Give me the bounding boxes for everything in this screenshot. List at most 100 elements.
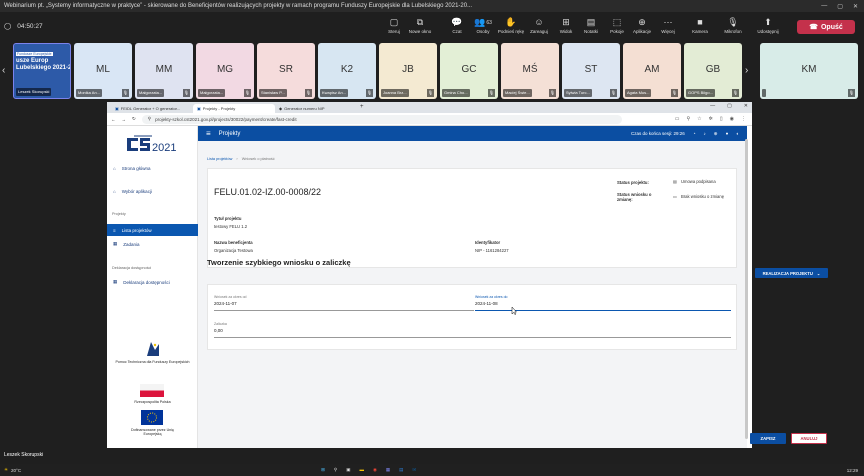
bell-icon[interactable]: ♪ <box>704 131 706 136</box>
participant-tile[interactable]: usze Europ Lubelskiego 2021-2 Fundusze Eu… <box>13 43 71 99</box>
participant-name: GOPS Biłgo... <box>686 89 715 97</box>
document-icon: ▦ <box>113 279 118 284</box>
header-right: Czas do końca sesji: 29:26 ◔ ♪ ⊕ ● ◐ <box>631 131 747 137</box>
calendar-icon: ▦ <box>113 241 118 246</box>
reload-icon[interactable]: ↻ <box>132 116 136 122</box>
toolbar-button-3[interactable]: 👥 63 Osoby <box>469 16 497 34</box>
outlook-icon[interactable]: ✉ <box>412 467 416 473</box>
toolbar-button-8[interactable]: ⬚ Pokoje <box>603 16 631 34</box>
sidebar-item-project-list[interactable]: ≡ Lista projektów <box>107 224 198 236</box>
sidebar-item-app-select[interactable]: ⌂ Wybór aplikacji <box>107 185 198 197</box>
participant-tile[interactable]: MŚ Maciej Świe... 🎙 <box>501 43 559 99</box>
toolbar-button-13[interactable]: ⬆ Udostępnij <box>754 16 782 34</box>
sidepanel-icon[interactable]: ▯ <box>720 116 723 122</box>
toolbar-button-2[interactable]: 💬 Czat <box>443 16 471 34</box>
close-icon[interactable]: ✕ <box>744 103 748 109</box>
strip-prev-icon[interactable]: ‹ <box>2 65 5 76</box>
form-title: Tworzenie szybkiego wniosku o zaliczkę <box>207 258 351 267</box>
toolbar-button-7[interactable]: ▤ Notatki <box>577 16 605 34</box>
user-icon[interactable]: ● <box>726 131 729 136</box>
toolbar-button-12[interactable]: 🎙 Mikrofon <box>719 16 747 34</box>
browser-tab-active[interactable]: ▣ Projekty - Projekty <box>193 104 275 113</box>
toolbar-button-10[interactable]: ⋯ Więcej <box>654 16 682 34</box>
minimize-icon[interactable]: — <box>710 103 715 109</box>
toolbar-button-0[interactable]: ▢ Steruj <box>380 16 408 34</box>
maximize-icon[interactable]: ▢ <box>727 103 732 109</box>
word-icon[interactable]: ▤ <box>399 467 403 473</box>
globe-icon[interactable]: ⊕ <box>714 131 718 137</box>
menu-icon[interactable]: ≡ <box>206 129 211 138</box>
zoom-icon[interactable]: ⚲ <box>687 116 691 122</box>
new-tab-button[interactable]: + <box>357 104 367 113</box>
toolbar-button-1[interactable]: ⧉ Nowe okno <box>406 16 434 34</box>
session-timer: Czas do końca sesji: 29:26 <box>631 131 685 136</box>
page-scrollbar[interactable] <box>745 139 748 439</box>
maximize-icon[interactable]: ▢ <box>837 3 843 10</box>
search-icon[interactable]: ⚲ <box>334 467 337 473</box>
date-from-value: 2024-11-07 <box>214 301 237 306</box>
browser-window-controls: — ▢ ✕ <box>710 103 748 109</box>
forward-icon[interactable]: → <box>122 117 127 122</box>
extensions-icon[interactable]: ✲ <box>709 116 713 122</box>
timer-icon[interactable]: ◔ <box>693 131 696 136</box>
toolbar-button-9[interactable]: ⊕ Aplikacje <box>628 16 656 34</box>
breadcrumb-link[interactable]: Lista projektów <box>207 157 232 161</box>
browser-tab-bar: ▣ FEIDL Generator + O generator... ▣ Proje… <box>107 102 752 113</box>
menu-icon[interactable]: ⋮ <box>741 116 746 122</box>
toolbar-button-5[interactable]: ☺ Zareaguj <box>525 16 553 34</box>
sidebar-item-declaration[interactable]: ▦ Deklaracja dostępności <box>107 276 198 288</box>
participant-tile[interactable]: K2 Kwapisz An... 🎙 <box>318 43 376 99</box>
browser-tab[interactable]: ▣ FEIDL Generator + O generator... <box>111 104 193 113</box>
contrast-icon[interactable]: ◐ <box>736 131 739 136</box>
explorer-icon[interactable]: ▬ <box>359 467 364 473</box>
weather-icon: ☀ <box>4 467 9 472</box>
advance-field[interactable]: Zaliczka 0,00 <box>214 322 731 338</box>
fe-logo <box>147 342 159 356</box>
url-text: projekty-szkol.cst2021.gov.pl/projects/3… <box>155 116 297 122</box>
toolbar-icon: ⊞ <box>562 17 570 27</box>
participant-tile[interactable]: GB GOPS Biłgo... 🎙 <box>684 43 742 99</box>
mic-muted-icon: 🎙 <box>548 89 556 97</box>
minimize-icon[interactable]: — <box>821 3 827 10</box>
toolbar-button-11[interactable]: ■ Kamera <box>686 16 714 34</box>
timer-value: 04:50:27 <box>17 22 43 30</box>
browser-tab[interactable]: ◆ Generator numeru NIP <box>275 104 357 113</box>
participant-tile[interactable]: ST Sylwia Turc... 🎙 <box>562 43 620 99</box>
participant-tile[interactable]: KM 🎙 <box>760 43 858 99</box>
strip-next-icon[interactable]: › <box>745 65 748 76</box>
mic-muted-icon: 🎙 <box>670 89 678 97</box>
toolbar-button-4[interactable]: ✋ Podnieś rękę <box>497 16 525 34</box>
profile-icon[interactable]: ◉ <box>730 116 734 122</box>
presenter-small-badge: Fundusze Europejskie <box>16 52 53 56</box>
participant-tile[interactable]: ML Monika An... 🎙 <box>74 43 132 99</box>
header-title: Projekty <box>218 130 241 137</box>
cast-icon[interactable]: ▭ <box>675 116 680 122</box>
cancel-button[interactable]: ANULUJ <box>791 433 827 444</box>
realization-button[interactable]: REALIZACJA PROJEKTU ⌄ <box>755 268 828 278</box>
participant-tile[interactable]: MM Małgorzata... 🎙 <box>135 43 193 99</box>
start-icon[interactable]: ⊞ <box>321 467 325 473</box>
close-icon[interactable]: ✕ <box>853 3 858 10</box>
participant-tile[interactable]: MG Małgorzata... 🎙 <box>196 43 254 99</box>
url-input[interactable]: ⚲ projekty-szkol.cst2021.gov.pl/projects… <box>141 114 622 124</box>
participant-name: Leszek Skorupski <box>16 88 52 96</box>
chrome-icon[interactable]: ◉ <box>373 467 377 473</box>
toolbar-icon: ⬆ <box>764 17 772 27</box>
sidebar-item-tasks[interactable]: ▦ Zadania <box>107 238 198 250</box>
participant-tile[interactable]: SR Stanisław P... 🎙 <box>257 43 315 99</box>
toolbar-button-6[interactable]: ⊞ Widok <box>552 16 580 34</box>
back-icon[interactable]: ← <box>111 117 116 122</box>
teams-icon[interactable]: ▦ <box>386 467 390 473</box>
date-from-field[interactable]: Wniosek za okres od 2024-11-07 <box>214 295 474 311</box>
participant-tile[interactable]: AM Agata Mus... 🎙 <box>623 43 681 99</box>
leave-button[interactable]: ☎ Opuść <box>797 20 855 34</box>
project-title-value: testowy FELU 1.2 <box>214 224 248 229</box>
sidebar-item-home[interactable]: ⌂ Strona główna <box>107 162 198 174</box>
date-to-value: 2024-11-08 <box>475 301 498 306</box>
taskview-icon[interactable]: ▣ <box>346 467 350 473</box>
participant-tile[interactable]: GC Gmina Cho... 🎙 <box>440 43 498 99</box>
participant-tile[interactable]: JB Joanna Brz... 🎙 <box>379 43 437 99</box>
chevron-down-icon: ⌄ <box>816 270 821 276</box>
save-button[interactable]: ZAPISZ <box>750 433 786 444</box>
star-icon[interactable]: ☆ <box>697 116 701 122</box>
